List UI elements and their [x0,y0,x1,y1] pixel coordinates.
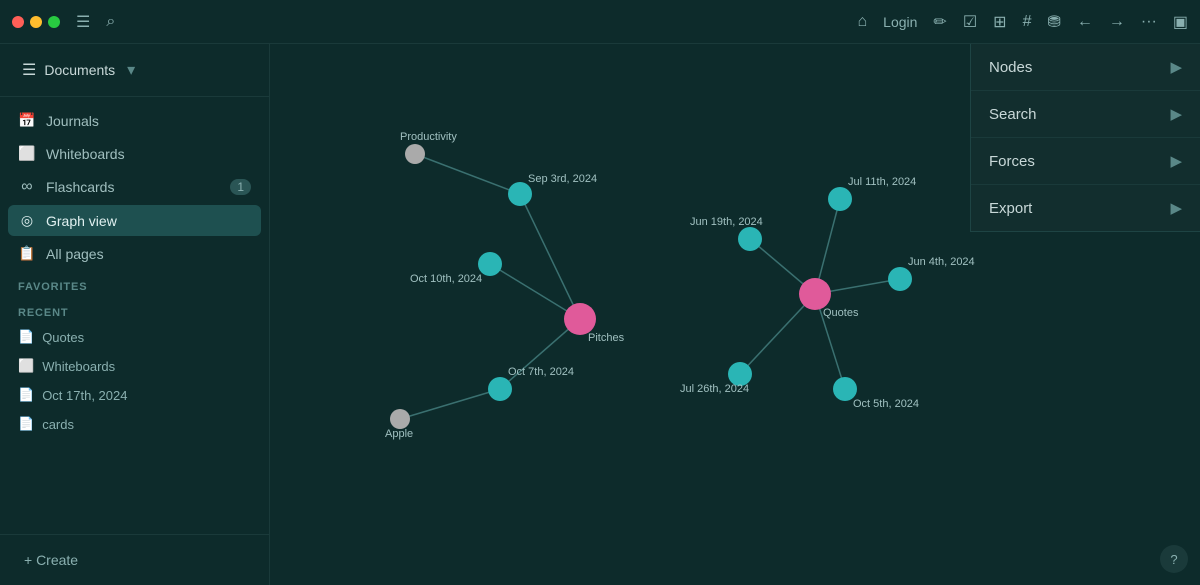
flashcards-badge: 1 [230,179,251,195]
recent-quotes-icon: 📄 [18,329,34,345]
nodes-arrow-icon: ▶ [1170,58,1182,76]
sidebar-item-label: Flashcards [46,179,114,195]
svg-text:Jul 26th, 2024: Jul 26th, 2024 [680,383,749,395]
sidebar-recent-oct17[interactable]: 📄 Oct 17th, 2024 [8,381,261,409]
maximize-button[interactable] [48,16,60,28]
home-icon[interactable]: ⌂ [857,13,867,31]
svg-text:Quotes: Quotes [823,307,859,319]
search-icon[interactable]: ⌕ [106,13,115,31]
documents-header[interactable]: ☰ Documents ▾ [14,54,255,86]
sidebar-item-label: Graph view [46,213,117,229]
sidebar-item-whiteboards[interactable]: ⬜ Whiteboards [8,138,261,169]
svg-text:Productivity: Productivity [400,131,457,143]
search-label: Search [989,106,1037,123]
graph-view-icon: ◎ [18,212,36,229]
sidebar-recent-quotes[interactable]: 📄 Quotes [8,323,261,351]
sidebar-footer: + Create [0,534,269,585]
create-button[interactable]: + Create [14,545,255,575]
recent-item-label: Quotes [42,330,84,345]
recent-whiteboards-icon: ⬜ [18,358,34,374]
sidebar: ☰ Documents ▾ 📅 Journals ⬜ Whiteboards ∞… [0,44,270,585]
all-pages-icon: 📋 [18,245,36,262]
sidebar-nav: 📅 Journals ⬜ Whiteboards ∞ Flashcards 1 … [0,97,269,534]
sidebar-recent-whiteboards[interactable]: ⬜ Whiteboards [8,352,261,380]
recent-oct17-icon: 📄 [18,387,34,403]
login-button[interactable]: Login [883,14,917,30]
puzzle-icon[interactable]: ⛃ [1047,12,1060,32]
sidebar-item-all-pages[interactable]: 📋 All pages [8,238,261,269]
documents-icon: ☰ [22,60,36,80]
context-menu: Nodes ▶ Search ▶ Forces ▶ Export ▶ [970,44,1200,232]
recent-item-label: Oct 17th, 2024 [42,388,127,403]
create-label: + Create [24,552,78,568]
menu-icon[interactable]: ☰ [76,12,90,32]
back-icon[interactable]: ← [1077,13,1093,31]
titlebar: ☰ ⌕ ⌂ Login ✏ ☑ ⊞ # ⛃ ← → ··· ▣ [0,0,1200,44]
search-arrow-icon: ▶ [1170,105,1182,123]
sidebar-top: ☰ Documents ▾ [0,44,269,97]
context-menu-forces[interactable]: Forces ▶ [971,138,1200,185]
sidebar-item-label: All pages [46,246,104,262]
more-icon[interactable]: ··· [1141,13,1157,31]
svg-text:Apple: Apple [385,428,413,440]
forces-arrow-icon: ▶ [1170,152,1182,170]
sidebar-item-label: Journals [46,113,99,129]
minimize-button[interactable] [30,16,42,28]
sidebar-item-label: Whiteboards [46,146,125,162]
context-menu-search[interactable]: Search ▶ [971,91,1200,138]
svg-text:Oct 10th, 2024: Oct 10th, 2024 [410,273,482,285]
titlebar-right-icons: ⌂ Login ✏ ☑ ⊞ # ⛃ ← → ··· ▣ [857,12,1188,32]
svg-text:Oct 7th, 2024: Oct 7th, 2024 [508,366,574,378]
svg-text:Jun 4th, 2024: Jun 4th, 2024 [908,256,975,268]
recent-item-label: cards [42,417,74,432]
check-icon[interactable]: ☑ [963,12,977,32]
flashcards-icon: ∞ [18,178,36,196]
close-button[interactable] [12,16,24,28]
svg-text:Oct 5th, 2024: Oct 5th, 2024 [853,398,919,410]
sidebar-toggle-icon[interactable]: ▣ [1173,12,1188,32]
documents-chevron-icon: ▾ [127,60,135,80]
recent-item-label: Whiteboards [42,359,115,374]
help-label: ? [1170,552,1177,567]
export-arrow-icon: ▶ [1170,199,1182,217]
graph-area[interactable]: Productivity Sep 3rd, 2024 Oct 10th, 2024 P… [270,44,1200,585]
documents-label: Documents [44,62,115,78]
help-button[interactable]: ? [1160,545,1188,573]
journals-icon: 📅 [18,112,36,129]
sidebar-item-graph-view[interactable]: ◎ Graph view [8,205,261,236]
recent-label: RECENT [8,297,261,323]
traffic-lights [12,16,60,28]
forces-label: Forces [989,153,1035,170]
svg-text:Jun 19th, 2024: Jun 19th, 2024 [690,216,763,228]
export-label: Export [989,200,1032,217]
recent-cards-icon: 📄 [18,416,34,432]
context-menu-nodes[interactable]: Nodes ▶ [971,44,1200,91]
calendar-icon[interactable]: ⊞ [993,12,1006,32]
context-menu-export[interactable]: Export ▶ [971,185,1200,231]
sidebar-item-flashcards[interactable]: ∞ Flashcards 1 [8,171,261,203]
forward-icon[interactable]: → [1109,13,1125,31]
svg-text:Jul 11th, 2024: Jul 11th, 2024 [848,176,916,188]
main-layout: ☰ Documents ▾ 📅 Journals ⬜ Whiteboards ∞… [0,44,1200,585]
hash-icon[interactable]: # [1023,13,1032,31]
sidebar-recent-cards[interactable]: 📄 cards [8,410,261,438]
sidebar-item-journals[interactable]: 📅 Journals [8,105,261,136]
edit-icon[interactable]: ✏ [933,12,946,32]
titlebar-left-icons: ☰ ⌕ [76,12,115,32]
nodes-label: Nodes [989,59,1032,76]
svg-text:Sep 3rd, 2024: Sep 3rd, 2024 [528,173,597,185]
favorites-label: FAVORITES [8,271,261,297]
whiteboards-icon: ⬜ [18,145,36,162]
svg-text:Pitches: Pitches [588,332,625,344]
